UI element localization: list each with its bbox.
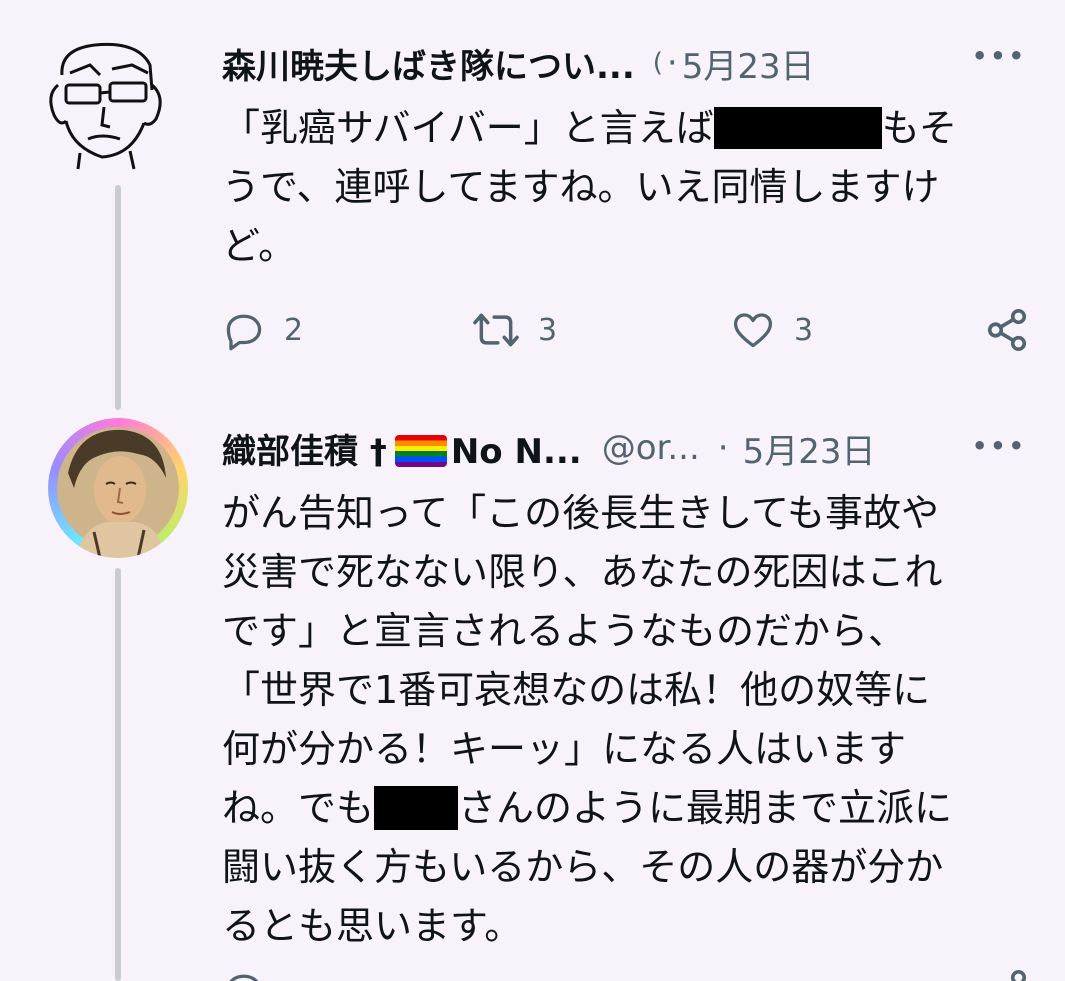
display-name[interactable]: 織部佳積 † No N... xyxy=(222,424,582,473)
share-button[interactable] xyxy=(984,300,1030,360)
text-line: です」と宣言されるようなものだから、 xyxy=(222,609,907,653)
tweet-actions: 2 3 3 xyxy=(222,300,1032,360)
text-segment: もそ xyxy=(881,106,957,150)
tweet-text: 「乳癌サバイバー」と言えば もそ うで、連呼してますね。いえ同情しますけ ど。 xyxy=(222,99,1022,276)
share-icon xyxy=(987,309,1027,351)
text-line: 災害で死なない限り、あなたの死因はこれ xyxy=(222,550,943,594)
text-line: がん告知って「この後長生きしても事故や xyxy=(222,491,940,535)
text-line: ど。 xyxy=(222,224,297,268)
share-icon[interactable] xyxy=(984,968,1030,981)
avatar[interactable] xyxy=(40,35,170,170)
text-line: 何が分かる！キーッ」になる人はいます xyxy=(222,727,907,771)
text-segment: ね。でも xyxy=(222,786,375,830)
retweet-icon xyxy=(473,313,519,347)
retweet-button[interactable]: 3 xyxy=(472,300,557,360)
tweet-text: がん告知って「この後長生きしても事故や 災害で死なない限り、あなたの死因はこれ … xyxy=(222,484,1022,956)
tweet-actions-partial xyxy=(222,968,1032,981)
reply-button[interactable]: 2 xyxy=(222,300,303,360)
text-line: 闘い抜く方もいるから、その人の器が分か xyxy=(222,845,944,889)
text-line: るとも思います。 xyxy=(222,904,523,948)
display-name[interactable]: 森川暁夫しばき隊につい... xyxy=(222,39,635,88)
retweet-count: 3 xyxy=(538,312,558,348)
text-line: ね。でも さんのように最期まで立派に xyxy=(222,779,1022,838)
text-segment: さんのように最期まで立派に xyxy=(458,786,953,830)
thread-line xyxy=(115,568,121,981)
portrait-avatar-rainbow-ring-icon xyxy=(57,427,179,558)
reply-count: 2 xyxy=(284,312,304,348)
separator-dot: · xyxy=(666,43,678,83)
thread-line xyxy=(115,185,121,410)
avatar[interactable] xyxy=(48,418,188,558)
redaction-block xyxy=(374,785,459,830)
text-line: うで、連呼してますね。いえ同情しますけ xyxy=(222,165,940,209)
cartoon-face-avatar-icon xyxy=(49,42,162,170)
text-segment: 「乳癌サバイバー」と言えば xyxy=(222,106,714,150)
text-line: 「世界で1番可哀想なのは私！他の奴等に xyxy=(222,668,931,712)
reply-icon[interactable] xyxy=(222,968,266,981)
separator-dot: · xyxy=(717,428,729,468)
redaction-block xyxy=(713,106,882,149)
tweet-header: 織部佳積 † No N... @or... · 5月23日 xyxy=(222,423,876,473)
handle[interactable]: ( xyxy=(653,48,663,78)
text-line: 「乳癌サバイバー」と言えば もそ xyxy=(222,99,1022,158)
reply-icon xyxy=(226,314,262,351)
like-count: 3 xyxy=(794,312,814,348)
display-name-prefix: 織部佳積 † xyxy=(222,431,387,472)
more-options-icon[interactable]: ••• xyxy=(972,434,1027,458)
handle[interactable]: @or... xyxy=(602,428,700,468)
timestamp[interactable]: 5月23日 xyxy=(743,424,876,473)
more-options-icon[interactable]: ••• xyxy=(972,44,1027,68)
heart-icon xyxy=(733,313,773,348)
tweet-header: 森川暁夫しばき隊につい... ( · 5月23日 xyxy=(222,38,815,88)
rainbow-flag-icon xyxy=(394,434,447,467)
timestamp[interactable]: 5月23日 xyxy=(682,39,815,88)
like-button[interactable]: 3 xyxy=(730,300,813,360)
display-name-suffix: No N... xyxy=(450,431,582,472)
